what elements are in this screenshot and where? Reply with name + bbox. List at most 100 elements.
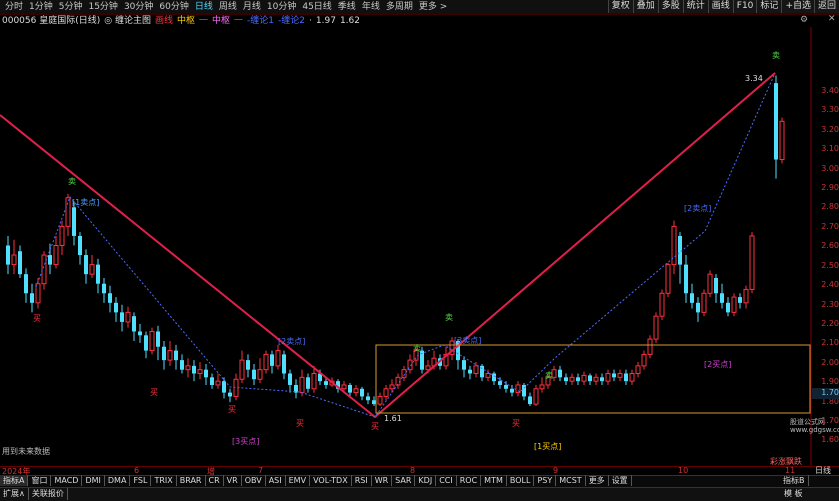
candle-body: [270, 354, 274, 366]
indicator-tab-23[interactable]: MCST: [556, 475, 586, 486]
price-tick: 2.20: [821, 318, 839, 328]
indicator-tab-0[interactable]: 指标A: [0, 475, 29, 486]
indicator-tab-16[interactable]: SAR: [392, 475, 416, 486]
candle-body: [678, 235, 682, 265]
candle-body: [149, 330, 155, 352]
right-toolbar: 复权 叠加 多股 统计 画线 F10 标记 +自选 返回: [607, 0, 839, 13]
indicator-tab-17[interactable]: KDJ: [415, 475, 437, 486]
indicator-tab-10[interactable]: OBV: [242, 475, 266, 486]
candle-body: [210, 377, 214, 385]
indicator-tab-4[interactable]: DMA: [105, 475, 131, 486]
indicator-tab-11[interactable]: ASI: [266, 475, 286, 486]
indicator-tab-12[interactable]: EMV: [286, 475, 311, 486]
indicator-tab-25[interactable]: 设置: [609, 475, 632, 486]
period-tab-7[interactable]: 周线: [216, 1, 240, 13]
buy-tag-1: 买: [33, 314, 41, 323]
indicator-tab-8[interactable]: CR: [206, 475, 224, 486]
indicator-tab-9[interactable]: VR: [224, 475, 242, 486]
high-price-label: 3.34: [745, 74, 763, 83]
period-tab-8[interactable]: 月线: [240, 1, 264, 13]
period-tab-13[interactable]: 多周期: [383, 1, 416, 13]
sell1-label: [1卖点]: [72, 198, 100, 207]
period-tab-1[interactable]: 1分钟: [26, 1, 56, 13]
indicator-tab-5[interactable]: FSL: [130, 475, 152, 486]
candle-body: [222, 381, 226, 393]
buy-tag-4: 买: [296, 419, 304, 428]
candle-body: [707, 273, 713, 294]
candle-body: [228, 392, 232, 397]
candle-body: [510, 388, 514, 393]
candle-body: [749, 235, 755, 290]
indicator-tab-15[interactable]: WR: [372, 475, 393, 486]
tool-button-4[interactable]: 画线: [707, 0, 733, 13]
candle-body: [120, 312, 124, 322]
candle-body: [144, 335, 148, 351]
candle-body: [659, 292, 665, 317]
period-tab-2[interactable]: 5分钟: [56, 1, 86, 13]
candle-body: [558, 369, 562, 378]
settings-gear-icon[interactable]: ⚙: [800, 15, 808, 25]
candle-body: [108, 293, 112, 303]
indicator-tabs: 指标A 窗口 MACD DMI DMA FSL TRIX BRAR CR VR OBV ASI EMV V…: [0, 475, 632, 486]
period-tab-6[interactable]: 日线: [192, 1, 216, 13]
tool-button-0[interactable]: 复权: [607, 0, 633, 13]
tool-button-5[interactable]: F10: [732, 0, 757, 13]
indicator-tab-3[interactable]: DMI: [82, 475, 105, 486]
candlestick-chart[interactable]: [0, 27, 812, 467]
candle-body: [383, 388, 389, 397]
indicator-tab-14[interactable]: RSI: [352, 475, 372, 486]
candle-body: [78, 235, 82, 256]
period-tab-14[interactable]: 更多 >: [416, 1, 450, 13]
indicator-tab-24[interactable]: 更多: [586, 475, 609, 486]
date-m6: 6: [134, 466, 140, 475]
indicator-b-tab[interactable]: 指标B: [780, 475, 809, 486]
period-tab-3[interactable]: 15分钟: [85, 1, 120, 13]
price-tick: 2.60: [821, 241, 839, 251]
period-tab-12[interactable]: 年线: [359, 1, 383, 13]
template-tab[interactable]: 模 板: [784, 488, 803, 499]
candle-body: [239, 359, 245, 380]
legend-9: 1.97: [315, 16, 336, 26]
candle-body: [581, 374, 587, 382]
tool-button-6[interactable]: 标记: [756, 0, 782, 13]
tool-button-1[interactable]: 叠加: [632, 0, 658, 13]
candle-body: [720, 293, 724, 303]
period-tab-0[interactable]: 分时: [2, 1, 26, 13]
period-tab-11[interactable]: 季线: [335, 1, 359, 13]
indicator-tab-7[interactable]: BRAR: [177, 475, 206, 486]
period-tab-5[interactable]: 60分钟: [156, 1, 191, 13]
indicator-name[interactable]: ◎ 缠论主图: [104, 15, 151, 27]
indicator-tab-22[interactable]: PSY: [534, 475, 557, 486]
indicator-tab-21[interactable]: BOLL: [507, 475, 535, 486]
candle-body: [617, 373, 623, 378]
candle-body: [180, 360, 184, 370]
linked-quotes-tab[interactable]: 关联报价: [29, 488, 68, 500]
candle-body: [353, 388, 359, 394]
future-data-warning: 用到未来数据: [2, 447, 50, 456]
tool-button-2[interactable]: 多股: [657, 0, 683, 13]
indicator-tab-13[interactable]: VOL-TDX: [310, 475, 352, 486]
candle-body: [24, 274, 28, 294]
period-tab-10[interactable]: 45日线: [299, 1, 334, 13]
indicator-tab-2[interactable]: MACD: [51, 475, 83, 486]
period-tab-9[interactable]: 10分钟: [264, 1, 299, 13]
candle-body: [690, 293, 694, 303]
tool-button-8[interactable]: 返回: [813, 0, 839, 13]
buy-tag-5: 买: [371, 422, 379, 431]
current-price-badge: 1.70: [812, 388, 839, 399]
indicator-tab-20[interactable]: MTM: [481, 475, 507, 486]
price-tick: 2.00: [821, 357, 839, 367]
indicator-tab-6[interactable]: TRIX: [151, 475, 177, 486]
tool-button-3[interactable]: 统计: [682, 0, 708, 13]
indicator-tab-1[interactable]: 窗口: [28, 475, 52, 486]
candle-body: [731, 296, 737, 313]
legend-7: -缠论2: [278, 16, 306, 26]
indicator-tab-19[interactable]: ROC: [457, 475, 482, 486]
indicator-tab-18[interactable]: CCI: [436, 475, 457, 486]
period-tab-4[interactable]: 30分钟: [121, 1, 156, 13]
sell-tag-3: 卖: [445, 313, 453, 322]
candle-body: [311, 373, 317, 390]
close-icon[interactable]: ✕: [828, 14, 836, 24]
expand-tab[interactable]: 扩展∧: [0, 488, 29, 500]
tool-button-7[interactable]: +自选: [781, 0, 814, 13]
